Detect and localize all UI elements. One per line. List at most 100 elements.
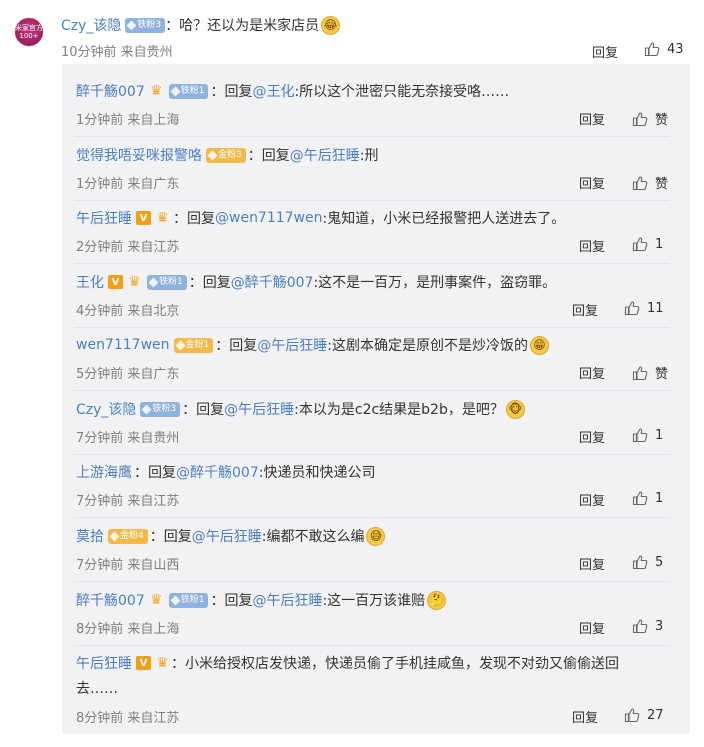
reply-button[interactable]: 回复 [579,554,605,573]
like-button[interactable]: 43 [644,41,684,57]
reply-meta: 1分钟前 来自广东 [76,177,180,192]
badge-diamond-icon [148,277,159,287]
reply-line: 莫拾 金粉4 ：回复 @午后狂睡:编都不敢这么编 😅 [76,525,386,547]
reply-meta: 7分钟前 来自山西 [76,558,180,573]
thumbs-up-icon [632,236,648,252]
reply-username[interactable]: 王化 [76,272,104,292]
divider [74,200,670,201]
mention-link[interactable]: @醉千觞007 [231,272,314,292]
reply-meta: 7分钟前 来自贵州 [76,431,180,446]
user-avatar[interactable]: 米家官方 100+ [14,17,44,47]
comment-meta: 10分钟前 来自贵州 [61,45,173,60]
like-button[interactable]: 1 [632,427,663,443]
like-count: 赞 [655,177,669,192]
mention-link[interactable]: @wen7117wen [215,210,323,226]
divider [74,263,670,264]
mention-link[interactable]: @醉千觞007 [176,462,259,482]
reply-meta: 8分钟前 来自江苏 [76,711,180,726]
emoji-icon: 😅 [366,526,386,546]
divider [74,454,670,455]
reply-prefix: ：回复 [210,593,253,609]
reply-line: 午后狂睡 V ♛ ：回复 @wen7117wen:鬼知道，小米已经报警把人送进去了。 [76,207,565,229]
comment-username[interactable]: Czy_该隐 [61,15,121,35]
like-button[interactable]: 5 [632,554,663,570]
divider [74,390,670,391]
reply-username[interactable]: 觉得我唔妥咪报警咯 [76,145,202,165]
emoji-icon: 🐵 [505,399,525,419]
reply-button[interactable]: 回复 [579,173,605,192]
reply-meta: 7分钟前 来自江苏 [76,494,180,509]
fan-badge-label: 金粉1 [185,339,210,350]
thumbs-up-icon [632,111,648,127]
reply-meta: 2分钟前 来自江苏 [76,240,180,255]
reply-button[interactable]: 回复 [579,236,605,255]
reply-button[interactable]: 回复 [572,707,598,726]
reply-button[interactable]: 回复 [572,300,598,319]
mention-link[interactable]: @午后狂睡 [257,335,327,355]
reply-prefix: ：回复 [149,529,192,545]
like-button[interactable]: 赞 [632,173,668,192]
reply-text: :所以这个泄密只能无奈接受咯…… [294,84,510,100]
mention-link[interactable]: @午后狂睡 [252,590,322,610]
reply-button[interactable]: 回复 [579,363,605,382]
reply-username[interactable]: 莫拾 [76,526,104,546]
reply-button[interactable]: 回复 [579,490,605,509]
like-count: 27 [647,707,664,723]
reply-username[interactable]: 醉千觞007 [76,590,145,610]
like-count: 11 [647,300,664,316]
fan-badge[interactable]: 金粉3 [206,147,246,163]
reply-item: 王化 V ♛ 铁粉1 ：回复 @醉千觞007:这不是一百万，是刑事案件，盗窃罪。 4分钟前 … [62,271,690,334]
reply-username[interactable]: wen7117wen [76,337,170,353]
reply-button[interactable]: 回复 [579,427,605,446]
reply-username[interactable]: 午后狂睡 [76,208,132,228]
fan-badge-label: 金粉4 [120,530,144,541]
reply-text: :快递员和快递公司 [258,465,376,481]
emoji-icon: 🤔 [427,590,447,610]
emoji-icon: 😂 [321,15,341,35]
reply-item: 觉得我唔妥咪报警咯 金粉3 ：回复 @午后狂睡:刑 1分钟前 来自广东 回复 赞 [62,144,690,207]
mention-link[interactable]: @午后狂睡 [224,399,294,419]
like-button[interactable]: 27 [624,707,664,723]
reply-button[interactable]: 回复 [579,109,605,128]
like-button[interactable]: 1 [632,490,663,506]
reply-prefix: ：回复 [173,211,215,227]
reply-item: 午后狂睡 V ♛ ：回复 @wen7117wen:鬼知道，小米已经报警把人送进去了。 2分… [62,207,690,270]
divider [74,136,670,137]
main-comment: 米家官方 100+ Czy_该隐 铁粉3 ：哈？还以为是米家店员 😂 10分钟前… [0,0,704,64]
reply-username[interactable]: 醉千觞007 [76,81,145,101]
reply-text: :鬼知道，小米已经报警把人送进去了。 [322,211,566,227]
like-button[interactable]: 3 [632,618,663,634]
reply-username[interactable]: Czy_该隐 [76,399,136,419]
fan-badge[interactable]: 铁粉1 [147,274,187,290]
fan-badge[interactable]: 铁粉3 [140,401,181,417]
fan-badge[interactable]: 金粉1 [173,337,214,353]
reply-username[interactable]: 上游海鹰 [76,462,132,482]
badge-diamond-icon [170,595,181,605]
like-button[interactable]: 赞 [632,363,668,382]
mention-link[interactable]: @王化 [252,81,294,101]
mention-link[interactable]: @午后狂睡 [290,145,360,165]
fan-badge[interactable]: 铁粉1 [168,592,209,608]
reply-prefix: ：回复 [182,402,225,418]
reply-text: :这一百万该谁赔 [322,593,426,609]
fan-badge-label: 铁粉1 [180,594,205,605]
divider [74,645,670,646]
reply-line: 觉得我唔妥咪报警咯 金粉3 ：回复 @午后狂睡:刑 [76,144,378,166]
fan-badge-label: 铁粉1 [159,276,183,287]
like-button[interactable]: 11 [624,300,664,316]
mention-link[interactable]: @午后狂睡 [192,526,262,546]
crown-icon: ♛ [149,83,163,99]
like-button[interactable]: 1 [632,236,663,252]
fan-badge[interactable]: 金粉4 [108,528,148,544]
fan-badge[interactable]: 铁粉1 [168,83,209,99]
reply-line: 醉千觞007 ♛ 铁粉1 ：回复 @午后狂睡:这一百万该谁赔 🤔 [76,589,447,611]
like-button[interactable]: 赞 [632,109,668,128]
divider [74,517,670,518]
thumbs-up-icon [632,365,648,381]
reply-username[interactable]: 午后狂睡 [76,653,132,673]
replies-panel: 醉千觞007 ♛ 铁粉1 ：回复 @王化:所以这个泄密只能无奈接受咯…… 1分钟前 来自上… [62,64,690,734]
reply-button[interactable]: 回复 [579,618,605,637]
comment-text: ：哈？还以为是米家店员 [165,18,320,34]
fan-badge[interactable]: 铁粉3 [125,17,166,33]
reply-button[interactable]: 回复 [592,42,618,61]
